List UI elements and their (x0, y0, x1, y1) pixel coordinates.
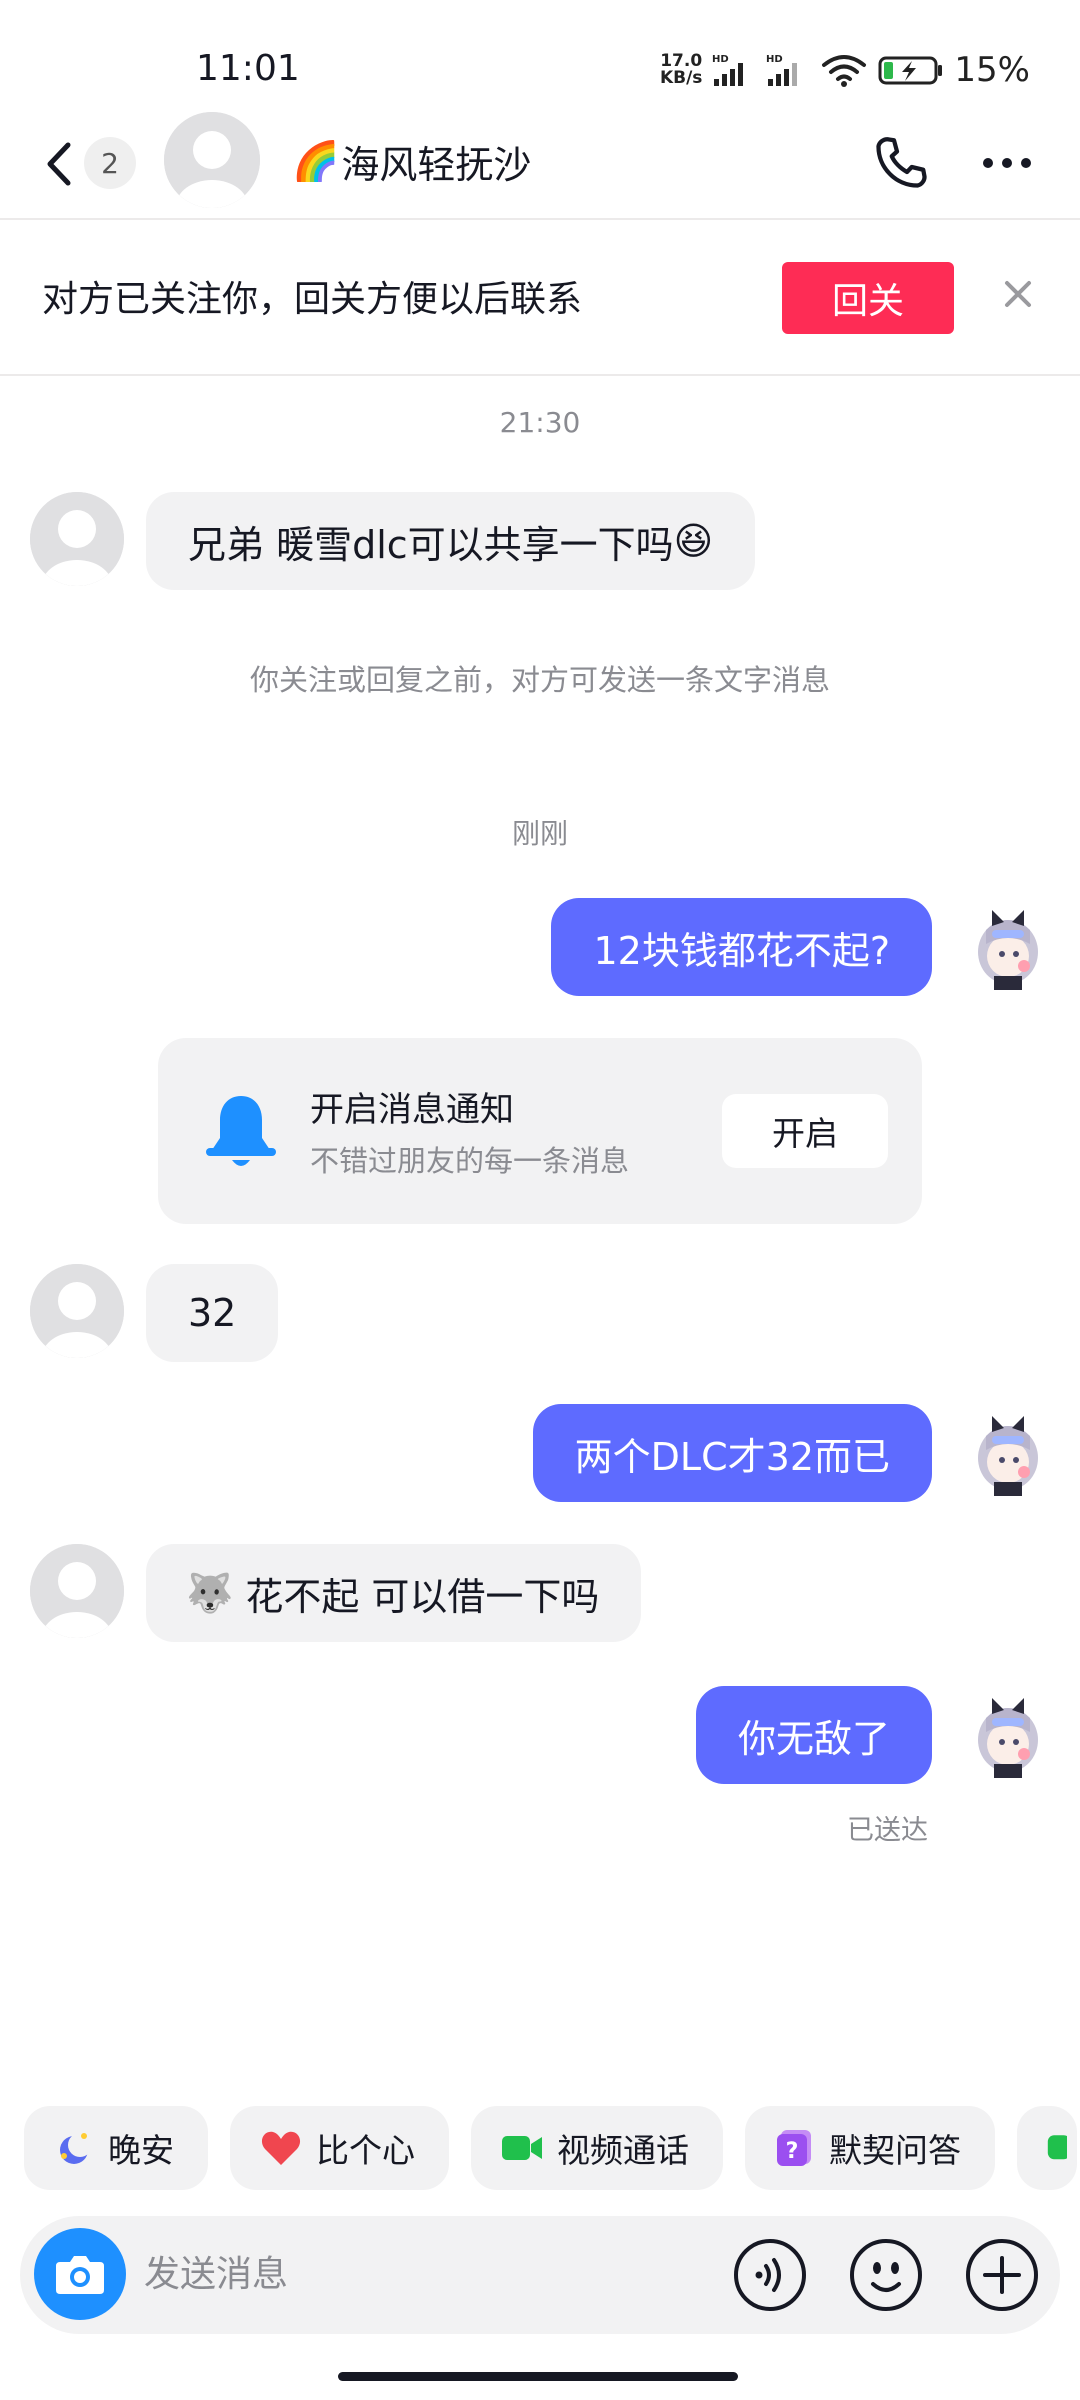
battery-charging-icon (878, 56, 943, 85)
contact-name[interactable]: 🌈 海风轻抚沙 (292, 134, 531, 189)
notification-prompt-card: 开启消息通知 不错过朋友的每一条消息 开启 (158, 1038, 922, 1224)
my-avatar[interactable] (958, 1402, 1058, 1502)
voice-wave-icon (734, 2239, 806, 2311)
husky-emoji: 🐺 (186, 1570, 234, 1615)
wifi-icon (822, 55, 867, 87)
follow-back-button[interactable]: 回关 (782, 262, 954, 334)
emoji-button[interactable] (848, 2237, 924, 2313)
anime-avatar-icon (958, 896, 1058, 996)
anime-avatar-icon (958, 1684, 1058, 1784)
back-button[interactable] (44, 134, 84, 194)
quick-reply-goodnight[interactable]: 晚安 (24, 2106, 208, 2190)
quick-reply-quiz[interactable]: ? 默契问答 (745, 2106, 995, 2190)
add-attachment-button[interactable] (964, 2237, 1040, 2313)
question-card-icon: ? (777, 2130, 811, 2166)
my-avatar[interactable] (958, 896, 1058, 996)
default-avatar-icon (30, 1264, 124, 1358)
system-note: 你关注或回复之前，对方可发送一条文字消息 (249, 663, 830, 697)
svg-text:HD: HD (766, 54, 783, 65)
phone-icon (876, 137, 927, 188)
status-time: 11:01 (196, 48, 300, 89)
quick-reply-more[interactable] (1017, 2106, 1077, 2190)
follow-banner-text: 对方已关注你，回关方便以后联系 (42, 279, 583, 320)
svg-text:?: ? (786, 2139, 799, 2164)
enable-notification-button[interactable]: 开启 (722, 1094, 888, 1168)
delivered-status: 已送达 (847, 1815, 928, 1846)
quick-reply-heart[interactable]: 比个心 (230, 2106, 449, 2190)
contact-name-text: 海风轻抚沙 (341, 143, 532, 187)
default-avatar-icon (164, 112, 260, 208)
more-options-button[interactable] (972, 130, 1042, 196)
rainbow-emoji: 🌈 (292, 139, 340, 183)
close-icon (1005, 281, 1031, 307)
chip-label: 比个心 (316, 2131, 415, 2170)
battery-percent: 15% (954, 50, 1030, 90)
chip-label: 晚安 (108, 2131, 174, 2170)
default-avatar-icon (30, 492, 124, 586)
signal-hd-icon: HD (712, 54, 744, 86)
incoming-message[interactable]: 兄弟 暖雪dlc可以共享一下吗 😆 (146, 492, 756, 590)
unread-count-badge[interactable]: 2 (84, 137, 136, 189)
plus-icon (966, 2239, 1038, 2311)
incoming-message[interactable]: 🐺 花不起 可以借一下吗 (146, 1544, 642, 1642)
outgoing-message[interactable]: 两个DLC才32而已 (532, 1404, 932, 1502)
anime-avatar-icon (958, 1402, 1058, 1502)
dot (1021, 158, 1031, 168)
voice-message-button[interactable] (732, 2237, 808, 2313)
default-avatar-icon (30, 1544, 124, 1638)
message-text: 花不起 可以借一下吗 (245, 1574, 600, 1619)
close-banner-button[interactable] (996, 272, 1040, 316)
sender-avatar[interactable] (30, 492, 124, 586)
svg-text:HD: HD (712, 54, 729, 65)
video-camera-icon (502, 2136, 542, 2160)
my-avatar[interactable] (958, 1684, 1058, 1784)
outgoing-message[interactable]: 你无敌了 (695, 1686, 932, 1784)
home-indicator[interactable] (338, 2372, 738, 2381)
chip-label: 默契问答 (829, 2131, 961, 2170)
status-bar-right: 17.0 KB/s HD HD 15% (660, 50, 1030, 90)
sender-avatar[interactable] (30, 1544, 124, 1638)
signal-hd-icon-2: HD (766, 54, 798, 86)
quick-reply-bar: 晚安 比个心 视频通话 ? 默契问答 (24, 2106, 1077, 2190)
message-input[interactable] (144, 2244, 704, 2304)
notify-subtitle: 不错过朋友的每一条消息 (310, 1144, 630, 1178)
outgoing-message[interactable]: 12块钱都花不起? (551, 898, 932, 996)
quick-reply-video-call[interactable]: 视频通话 (471, 2106, 723, 2190)
dot (983, 158, 993, 168)
message-text: 兄弟 暖雪dlc可以共享一下吗 (188, 522, 674, 567)
laughing-emoji: 😆 (673, 519, 714, 563)
smiley-icon (850, 2239, 922, 2311)
voice-call-button[interactable] (868, 130, 934, 196)
notify-title: 开启消息通知 (310, 1090, 514, 1130)
contact-avatar[interactable] (164, 112, 260, 208)
sender-avatar[interactable] (30, 1264, 124, 1358)
message-input-bar (20, 2216, 1060, 2334)
chat-header: 2 🌈 海风轻抚沙 (0, 112, 1080, 220)
incoming-message[interactable]: 32 (146, 1264, 279, 1362)
chip-label: 视频通话 (557, 2131, 689, 2170)
moon-icon (60, 2133, 92, 2164)
network-speed-unit: KB/s (659, 68, 703, 88)
message-timestamp: 刚刚 (511, 817, 568, 850)
green-partial-icon (1047, 2135, 1067, 2160)
chevron-left-icon (47, 142, 71, 186)
bell-icon (206, 1096, 276, 1166)
dot (1002, 158, 1012, 168)
message-timestamp: 21:30 (499, 406, 581, 439)
camera-icon (56, 2256, 104, 2294)
camera-button[interactable] (34, 2228, 126, 2320)
network-speed: 17.0 KB/s (660, 53, 702, 87)
follow-back-banner: 对方已关注你，回关方便以后联系 回关 (0, 220, 1080, 376)
heart-icon (261, 2131, 301, 2165)
